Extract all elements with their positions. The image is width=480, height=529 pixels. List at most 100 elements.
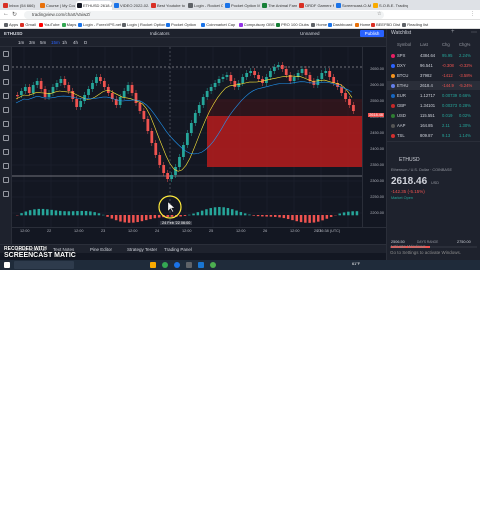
lock-icon[interactable] bbox=[3, 177, 9, 183]
chrome-icon[interactable] bbox=[162, 262, 168, 268]
bottom-tab[interactable]: Strategy Tester bbox=[127, 245, 157, 254]
watchlist-column-header[interactable]: Symbol bbox=[397, 42, 411, 47]
bookmark-item[interactable]: Gmail bbox=[20, 21, 35, 28]
watchlist-row[interactable]: GBP1.341010.003730.28% bbox=[387, 101, 480, 110]
watchlist-row[interactable]: USD115.5510.0190.02% bbox=[387, 111, 480, 120]
watchlist-column-header[interactable]: Last bbox=[420, 42, 428, 47]
bookmark-item[interactable]: YouTube bbox=[39, 21, 60, 28]
bookmark-item[interactable]: Compulsory OBS bbox=[239, 21, 275, 28]
bookmark-item[interactable]: Maps bbox=[62, 21, 77, 28]
macd-bar bbox=[339, 214, 342, 216]
more-icon[interactable]: ⋯ bbox=[471, 29, 477, 36]
candle-body bbox=[127, 85, 130, 91]
timeframe-button[interactable]: D bbox=[84, 38, 87, 47]
chart-canvas[interactable] bbox=[12, 47, 362, 235]
watchlist-row[interactable]: EUR1.127170.007390.66% bbox=[387, 91, 480, 100]
cursor-icon[interactable] bbox=[3, 51, 9, 57]
bookmark-item[interactable]: Login | Rocket Option bbox=[122, 21, 165, 28]
timeframe-button[interactable]: 3m bbox=[29, 38, 35, 47]
mail-icon[interactable] bbox=[198, 262, 204, 268]
file-explorer-icon[interactable] bbox=[150, 262, 156, 268]
symbol-details: ETHUSD Ethereum / U.S. Dollar · COINBASE… bbox=[387, 141, 480, 241]
browser-tab[interactable]: Best Youtube to Mo bbox=[150, 1, 186, 10]
browser-tab[interactable]: S.O.B.E. Trading bbox=[372, 1, 408, 10]
macd-bar bbox=[167, 215, 170, 217]
timeframe-button[interactable]: 1m bbox=[18, 38, 24, 47]
indicators-button[interactable]: Indicators bbox=[150, 29, 170, 38]
layout-name[interactable]: Unnamed bbox=[300, 29, 320, 38]
taskbar-search[interactable] bbox=[14, 261, 74, 269]
bookmark-item[interactable]: Reading list bbox=[402, 21, 428, 28]
browser-tab[interactable]: Inbox (54 666) bbox=[2, 1, 38, 10]
browser-tab[interactable]: Login - Rocket Opti bbox=[187, 1, 223, 10]
bookmark-item[interactable]: Coinmarket Cap bbox=[201, 21, 235, 28]
bottom-tab[interactable]: Pine Editor bbox=[90, 245, 112, 254]
text-icon[interactable] bbox=[3, 107, 9, 113]
price-axis[interactable]: 2650.002600.002550.002500.002450.002400.… bbox=[362, 47, 386, 235]
macd-bar bbox=[81, 211, 84, 215]
bookmark-item[interactable]: Dashboard bbox=[328, 21, 353, 28]
ruler-icon[interactable] bbox=[3, 135, 9, 141]
candle-body bbox=[206, 91, 209, 97]
watchlist-last: 1.34101 bbox=[420, 101, 435, 110]
timeframe-button[interactable]: 15m bbox=[51, 38, 60, 47]
timeframe-button[interactable]: 1h bbox=[62, 38, 67, 47]
time-axis[interactable]: 20:36:38 (UTC) 12:002212:002312:002412:0… bbox=[12, 227, 386, 235]
macd-bar bbox=[145, 215, 148, 220]
watchlist-row[interactable]: TSL809.879.131.14% bbox=[387, 131, 480, 140]
watchlist-row[interactable]: DXY96.541-0.308-0.32% bbox=[387, 61, 480, 70]
trash-icon[interactable] bbox=[3, 191, 9, 197]
browser-tab[interactable]: ORDF Gamerz N bbox=[298, 1, 334, 10]
pattern-icon[interactable] bbox=[3, 121, 9, 127]
browser-tab[interactable]: The Animal Farm bbox=[261, 1, 297, 10]
bookmark-item[interactable]: Pocket Option bbox=[166, 21, 196, 28]
zoom-icon[interactable] bbox=[3, 149, 9, 155]
candle-body bbox=[226, 75, 229, 77]
watchlist-panel: Watchlist + ⋯ Symbol Last Chg Chg% SPX4384.… bbox=[386, 29, 480, 260]
bookmark-item[interactable]: BEEFBD Dist bbox=[371, 21, 400, 28]
menu-icon[interactable]: ⋮ bbox=[470, 11, 475, 17]
reload-icon[interactable]: ↻ bbox=[12, 11, 17, 18]
browser-tab[interactable]: ETHUSD 2618.46 bbox=[76, 1, 112, 10]
publish-button[interactable]: Publish bbox=[360, 30, 384, 37]
trend-line-icon[interactable] bbox=[3, 65, 9, 71]
bottom-tab[interactable]: Trading Panel bbox=[164, 245, 192, 254]
bookmark-label: PRO 100 Clubs bbox=[281, 22, 309, 27]
address-input[interactable]: tradingview.com/chart/VaiwZ/ bbox=[24, 11, 384, 19]
browser-tab[interactable]: Course | My Cours bbox=[39, 1, 75, 10]
back-icon[interactable]: ← bbox=[3, 11, 9, 17]
watchlist-row[interactable]: BTCU37982-1412-3.58% bbox=[387, 71, 480, 80]
weather-readout[interactable]: 61°F bbox=[352, 262, 360, 266]
watchlist-column-header[interactable]: Chg% bbox=[459, 42, 470, 47]
watchlist-row[interactable]: SPX4384.6495.952.24% bbox=[387, 51, 480, 60]
start-icon[interactable] bbox=[4, 262, 10, 268]
price-chart[interactable]: 24 Feb '22 06:00 bbox=[12, 47, 362, 235]
screencast-icon[interactable] bbox=[210, 262, 216, 268]
bookmark-item[interactable]: Home bbox=[355, 21, 371, 28]
timeframe-button[interactable]: 4h bbox=[73, 38, 78, 47]
edge-icon[interactable] bbox=[174, 262, 180, 268]
watchlist-column-header[interactable]: Chg bbox=[442, 42, 450, 47]
bookmark-item[interactable]: Home bbox=[311, 21, 327, 28]
brush-icon[interactable] bbox=[3, 93, 9, 99]
price-axis-label: 2550.00 bbox=[370, 99, 384, 103]
store-icon[interactable] bbox=[186, 262, 192, 268]
watchlist-title[interactable]: Watchlist bbox=[391, 30, 411, 36]
price-axis-label: 2600.00 bbox=[370, 83, 384, 87]
watchlist-row[interactable]: ETHU2618.4-144.9-5.24% bbox=[387, 81, 480, 90]
browser-tab[interactable]: Screencast-O-Ma bbox=[335, 1, 371, 10]
symbol-search[interactable]: ETHUSD bbox=[4, 29, 23, 38]
fib-icon[interactable] bbox=[3, 79, 9, 85]
magnet-icon[interactable] bbox=[3, 163, 9, 169]
watchlist-row[interactable]: AAP164.852.111.30% bbox=[387, 121, 480, 130]
star-icon[interactable]: ☆ bbox=[377, 11, 381, 17]
browser-tab[interactable]: Pocket Option MPA bbox=[224, 1, 260, 10]
timeframe-button[interactable]: 5m bbox=[40, 38, 46, 47]
bookmark-item[interactable]: Login - ForexVPS.net bbox=[78, 21, 121, 28]
macd-bar bbox=[149, 215, 152, 219]
browser-tab[interactable]: VIDEO 2022-02-27 bbox=[113, 1, 149, 10]
add-symbol-icon[interactable]: + bbox=[451, 29, 455, 35]
bookmark-item[interactable]: PRO 100 Clubs bbox=[276, 21, 309, 28]
bookmark-item[interactable]: Apps bbox=[4, 21, 18, 28]
taskbar-clock[interactable]: 3:36 PM 2022-02-27 bbox=[446, 521, 476, 529]
